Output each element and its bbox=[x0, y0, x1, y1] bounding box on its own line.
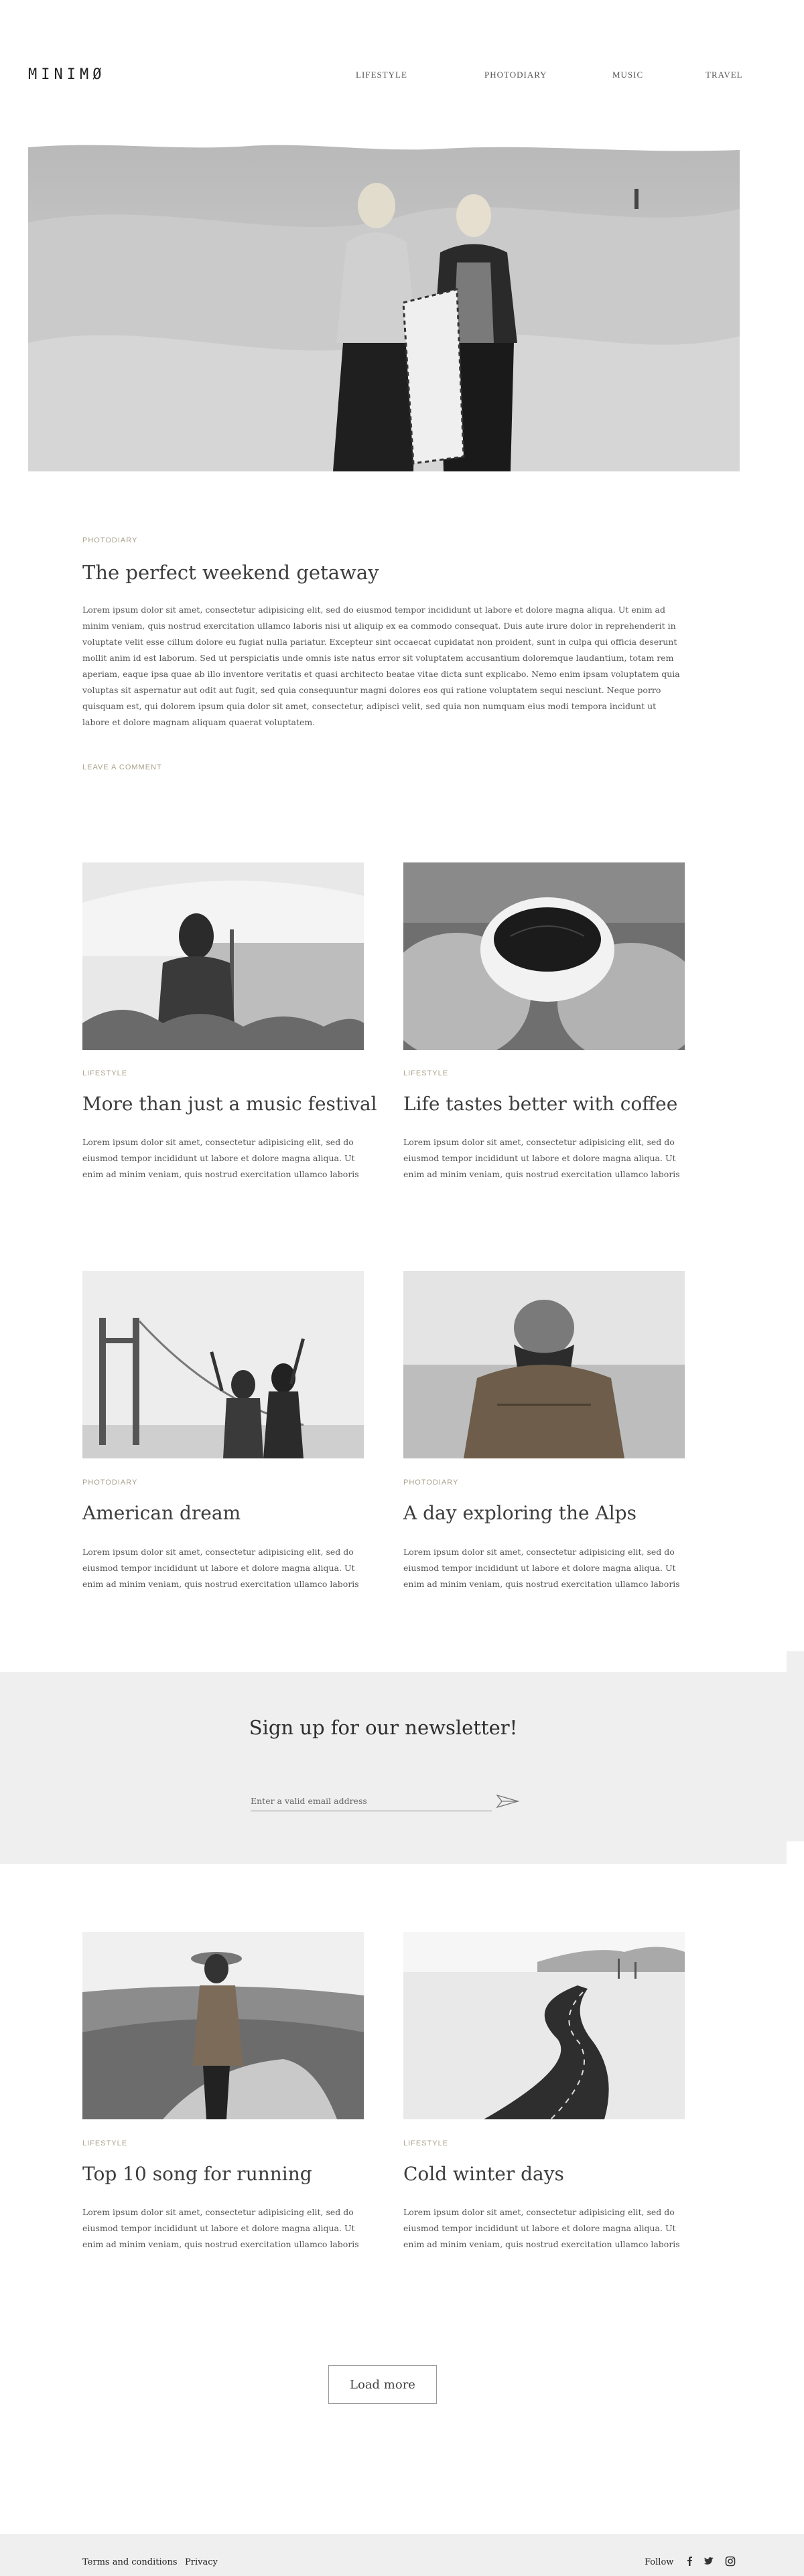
post-category[interactable]: PHOTODIARY bbox=[403, 1479, 458, 1487]
hero-title[interactable]: The perfect weekend getaway bbox=[82, 561, 379, 584]
hero-text: Lorem ipsum dolor sit amet, consectetur … bbox=[82, 605, 680, 727]
footer-bar bbox=[0, 2534, 804, 2576]
newsletter-band-edge bbox=[787, 1651, 804, 1841]
post-image-alps[interactable] bbox=[403, 1271, 685, 1458]
terms-link[interactable]: Terms and conditions bbox=[82, 2557, 178, 2567]
post-image-american-dream[interactable] bbox=[82, 1271, 364, 1458]
newsletter-section bbox=[0, 1672, 787, 1864]
post-image-coffee[interactable] bbox=[403, 862, 685, 1050]
newsletter-email-input[interactable] bbox=[251, 1791, 492, 1811]
post-title[interactable]: American dream bbox=[82, 1502, 241, 1524]
facebook-icon[interactable] bbox=[685, 2556, 695, 2567]
twitter-icon[interactable] bbox=[704, 2556, 714, 2567]
post-excerpt: Lorem ipsum dolor sit amet, consectetur … bbox=[403, 1547, 680, 1589]
post-title[interactable]: Top 10 song for running bbox=[82, 2163, 312, 2185]
post-excerpt: Lorem ipsum dolor sit amet, consectetur … bbox=[403, 2207, 680, 2249]
post-title[interactable]: More than just a music festival bbox=[82, 1093, 377, 1115]
post-title[interactable]: A day exploring the Alps bbox=[403, 1502, 636, 1524]
hero-category[interactable]: PHOTODIARY bbox=[82, 536, 137, 544]
post-excerpt: Lorem ipsum dolor sit amet, consectetur … bbox=[82, 1137, 359, 1179]
post-excerpt: Lorem ipsum dolor sit amet, consectetur … bbox=[82, 2207, 359, 2249]
post-title[interactable]: Cold winter days bbox=[403, 2163, 564, 2185]
newsletter-title: Sign up for our newsletter! bbox=[249, 1716, 518, 1739]
newsletter-submit-button[interactable] bbox=[496, 1794, 520, 1810]
nav-photodiary[interactable]: PHOTODIARY bbox=[484, 70, 547, 80]
post-title[interactable]: Life tastes better with coffee bbox=[403, 1093, 677, 1115]
follow-label: Follow bbox=[645, 2557, 674, 2567]
load-more-button[interactable]: Load more bbox=[328, 2365, 437, 2404]
post-category[interactable]: PHOTODIARY bbox=[82, 1479, 137, 1487]
post-image-music-festival[interactable] bbox=[82, 862, 364, 1050]
post-image-winter-road[interactable] bbox=[403, 1932, 685, 2119]
post-image-running[interactable] bbox=[82, 1932, 364, 2119]
post-category[interactable]: LIFESTYLE bbox=[82, 2139, 127, 2147]
instagram-icon[interactable] bbox=[725, 2556, 736, 2567]
hero-image[interactable] bbox=[28, 142, 740, 471]
paper-plane-icon bbox=[496, 1794, 520, 1811]
post-excerpt: Lorem ipsum dolor sit amet, consectetur … bbox=[82, 1547, 359, 1589]
post-category[interactable]: LIFESTYLE bbox=[403, 2139, 448, 2147]
post-category[interactable]: LIFESTYLE bbox=[403, 1069, 448, 1077]
nav-music[interactable]: MUSIC bbox=[612, 70, 643, 80]
leave-comment-link[interactable]: LEAVE A COMMENT bbox=[82, 763, 162, 771]
site-logo[interactable]: MINIMØ bbox=[28, 66, 105, 83]
nav-travel[interactable]: TRAVEL bbox=[706, 70, 743, 80]
post-category[interactable]: LIFESTYLE bbox=[82, 1069, 127, 1077]
nav-lifestyle[interactable]: LIFESTYLE bbox=[356, 70, 407, 80]
post-excerpt: Lorem ipsum dolor sit amet, consectetur … bbox=[403, 1137, 680, 1179]
privacy-link[interactable]: Privacy bbox=[185, 2557, 218, 2567]
